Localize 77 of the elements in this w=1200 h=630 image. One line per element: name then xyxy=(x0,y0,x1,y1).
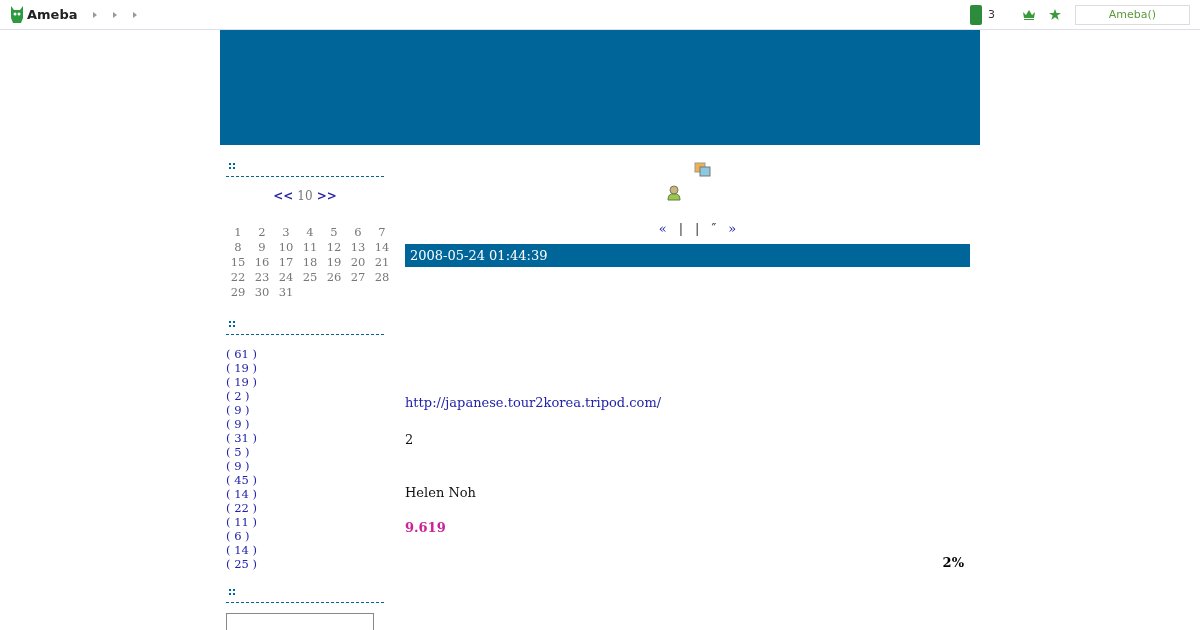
monster-logo-icon[interactable] xyxy=(10,6,24,23)
calendar-day: 27 xyxy=(346,270,370,284)
category-count-link[interactable]: ( 19 ) xyxy=(226,375,257,389)
next-link[interactable]: » xyxy=(728,221,737,236)
prev-month-link[interactable]: << xyxy=(273,189,294,203)
bullet-icon xyxy=(229,589,235,595)
calendar-day: 10 xyxy=(274,240,298,254)
calendar-day: 1 xyxy=(226,225,250,239)
calendar-day: 11 xyxy=(298,240,322,254)
calendar-day: 18 xyxy=(298,255,322,269)
calendar-day: 9 xyxy=(250,240,274,254)
menu-arrow-icon[interactable] xyxy=(111,11,118,18)
calendar-day: 8 xyxy=(226,240,250,254)
category-count-link[interactable]: ( 14 ) xyxy=(226,487,257,501)
calendar-day: 23 xyxy=(250,270,274,284)
notification-count: 3 xyxy=(988,8,995,21)
calendar-day: 13 xyxy=(346,240,370,254)
calendar-day: 4 xyxy=(298,225,322,239)
percent-value: 2% xyxy=(942,555,964,570)
crown-icon[interactable] xyxy=(1023,9,1035,20)
calendar-day: 5 xyxy=(322,225,346,239)
calendar-day: 16 xyxy=(250,255,274,269)
author-name: Helen Noh xyxy=(405,485,476,500)
category-count-link[interactable]: ( 61 ) xyxy=(226,347,257,361)
category-count-link[interactable]: ( 6 ) xyxy=(226,529,250,543)
previous-link[interactable]: « xyxy=(658,221,667,236)
next-month-link[interactable]: >> xyxy=(316,189,337,203)
url-link[interactable]: http://japanese.tour2korea.tripod.com/ xyxy=(405,395,662,410)
bullet-icon xyxy=(229,163,235,169)
category-count-link[interactable]: ( 9 ) xyxy=(226,417,250,431)
calendar-day: 29 xyxy=(226,285,250,299)
calendar-day: 28 xyxy=(370,270,394,284)
calendar-day: 3 xyxy=(274,225,298,239)
calendar-day: 17 xyxy=(274,255,298,269)
calendar-day: 19 xyxy=(322,255,346,269)
calendar-day: 22 xyxy=(226,270,250,284)
pager-separator: ″ xyxy=(711,221,717,236)
bullet-icon xyxy=(229,321,235,327)
menu-arrow-icon[interactable] xyxy=(91,11,98,18)
pictures-icon[interactable] xyxy=(694,162,711,177)
calendar-day: 26 xyxy=(322,270,346,284)
category-count-link[interactable]: ( 19 ) xyxy=(226,361,257,375)
ameba-logo[interactable]: Ameba xyxy=(27,7,78,22)
input-field[interactable] xyxy=(226,613,374,630)
score-value: 9.619 xyxy=(405,520,446,535)
category-count-link[interactable]: ( 9 ) xyxy=(226,403,250,417)
category-count-link[interactable]: ( 2 ) xyxy=(226,389,250,403)
category-count-link[interactable]: ( 31 ) xyxy=(226,431,257,445)
category-count-link[interactable]: ( 45 ) xyxy=(226,473,257,487)
calendar-day: 2 xyxy=(250,225,274,239)
menu-arrow-icon[interactable] xyxy=(131,11,138,18)
person-icon[interactable] xyxy=(665,185,682,201)
calendar-day: 30 xyxy=(250,285,274,299)
calendar-day: 24 xyxy=(274,270,298,284)
pager-separator: | xyxy=(678,221,684,236)
calendar-day: 14 xyxy=(370,240,394,254)
category-count-link[interactable]: ( 14 ) xyxy=(226,543,257,557)
category-count-link[interactable]: ( 22 ) xyxy=(226,501,257,515)
calendar-day: 20 xyxy=(346,255,370,269)
calendar-day: 7 xyxy=(370,225,394,239)
entry-text: 2 xyxy=(405,432,414,447)
notification-icon[interactable] xyxy=(970,4,982,25)
calendar-day: 25 xyxy=(298,270,322,284)
star-icon[interactable] xyxy=(1049,8,1061,21)
calendar-day: 21 xyxy=(370,255,394,269)
pager-separator: | xyxy=(695,221,700,236)
category-count-link[interactable]: ( 11 ) xyxy=(226,515,257,529)
category-count-link[interactable]: ( 5 ) xyxy=(226,445,250,459)
category-count-link[interactable]: ( 9 ) xyxy=(226,459,250,473)
calendar-day: 12 xyxy=(322,240,346,254)
account-button[interactable]: Ameba() xyxy=(1075,4,1190,25)
calendar-day: 6 xyxy=(346,225,370,239)
category-count-link[interactable]: ( 25 ) xyxy=(226,557,257,571)
calendar-day: 15 xyxy=(226,255,250,269)
month-label: 10 xyxy=(297,189,313,203)
calendar-day: 31 xyxy=(274,285,298,299)
entry-date-bar: 2008-05-24 01:44:39 xyxy=(405,244,970,267)
